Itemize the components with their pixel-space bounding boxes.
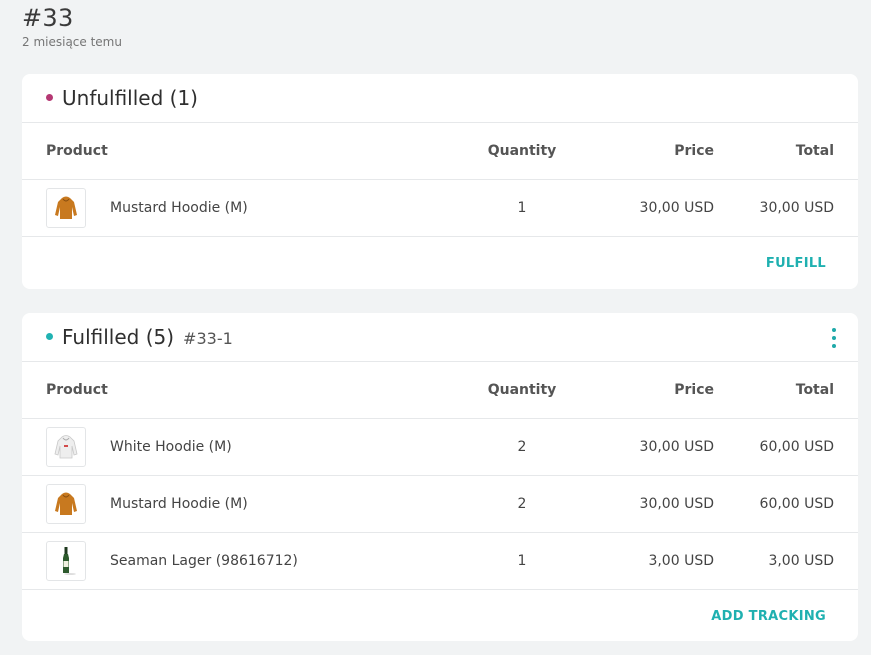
table-row: Mustard Hoodie (M) 2 30,00 USD 60,00 USD (22, 476, 858, 533)
table-row: White Hoodie (M) 2 30,00 USD 60,00 USD (22, 419, 858, 476)
product-name[interactable]: Mustard Hoodie (M) (110, 200, 248, 216)
product-quantity: 1 (517, 553, 527, 569)
product-total: 60,00 USD (759, 439, 834, 455)
column-header-total: Total (795, 143, 834, 159)
column-header-quantity: Quantity (487, 382, 557, 398)
product-name[interactable]: Mustard Hoodie (M) (110, 496, 248, 512)
product-name[interactable]: Seaman Lager (98616712) (110, 553, 298, 569)
product-total: 60,00 USD (759, 496, 834, 512)
product-price: 30,00 USD (639, 200, 714, 216)
product-price: 30,00 USD (639, 439, 714, 455)
order-time: 2 miesiące temu (22, 35, 122, 49)
product-quantity: 2 (517, 496, 527, 512)
product-name[interactable]: White Hoodie (M) (110, 439, 232, 455)
status-dot (46, 332, 53, 340)
table-row: Mustard Hoodie (M) 1 30,00 USD 30,00 USD (22, 180, 858, 237)
table-header: Product Quantity Price Total (22, 123, 858, 180)
fulfilled-header: Fulfilled (5) #33-1 (22, 313, 858, 362)
column-header-price: Price (674, 143, 714, 159)
product-thumbnail[interactable] (46, 484, 86, 524)
column-header-product: Product (46, 382, 108, 398)
product-total: 3,00 USD (768, 553, 834, 569)
unfulfilled-header: Unfulfilled (1) (22, 74, 858, 123)
order-header: #33 2 miesiące temu (22, 3, 122, 49)
fulfillment-id: #33-1 (183, 329, 233, 348)
add-tracking-button[interactable]: ADD TRACKING (711, 609, 826, 624)
product-thumbnail[interactable] (46, 427, 86, 467)
product-quantity: 1 (517, 200, 527, 216)
white-hoodie-icon (54, 435, 78, 459)
product-thumbnail[interactable] (46, 541, 86, 581)
mustard-hoodie-icon (55, 196, 77, 219)
unfulfilled-card: Unfulfilled (1) Product Quantity Price T… (22, 74, 858, 289)
product-quantity: 2 (517, 439, 527, 455)
column-header-product: Product (46, 143, 108, 159)
more-options-icon[interactable] (830, 328, 838, 348)
fulfilled-title: Fulfilled (5) (62, 325, 175, 349)
product-price: 30,00 USD (639, 496, 714, 512)
product-total: 30,00 USD (759, 200, 834, 216)
beer-bottle-icon (63, 547, 76, 575)
fulfill-button[interactable]: FULFILL (766, 256, 826, 271)
unfulfilled-actions: FULFILL (22, 237, 858, 289)
fulfilled-card: Fulfilled (5) #33-1 Product Quantity Pri… (22, 313, 858, 641)
order-number: #33 (22, 4, 74, 32)
column-header-quantity: Quantity (487, 143, 557, 159)
product-price: 3,00 USD (648, 553, 714, 569)
status-dot (46, 93, 53, 101)
product-thumbnail[interactable] (46, 188, 86, 228)
fulfilled-actions: ADD TRACKING (22, 590, 858, 642)
table-header: Product Quantity Price Total (22, 362, 858, 419)
unfulfilled-title: Unfulfilled (1) (62, 86, 198, 110)
column-header-total: Total (795, 382, 834, 398)
table-row: Seaman Lager (98616712) 1 3,00 USD 3,00 … (22, 533, 858, 590)
column-header-price: Price (674, 382, 714, 398)
mustard-hoodie-icon (55, 492, 77, 515)
